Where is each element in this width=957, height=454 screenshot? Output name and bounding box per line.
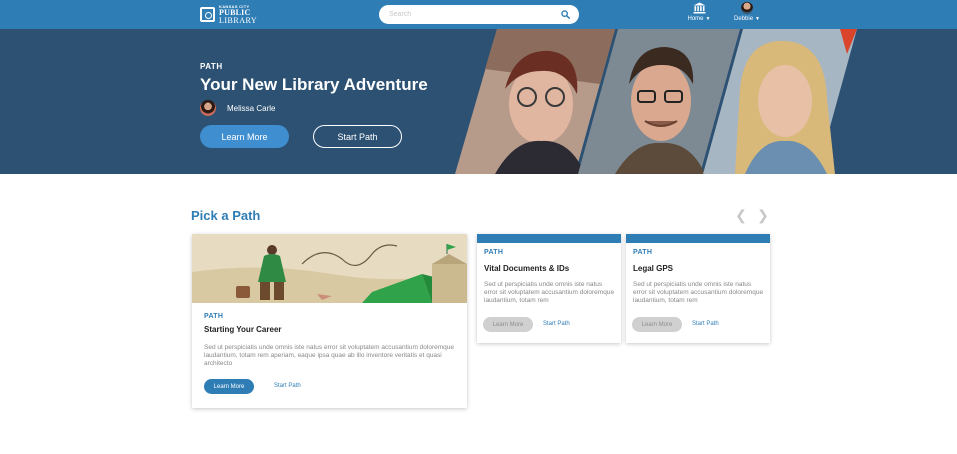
- user-menu[interactable]: Debbie ▼: [731, 2, 763, 27]
- hero-banner: PATH Your New Library Adventure Melissa …: [0, 29, 957, 174]
- home-menu[interactable]: Home ▼: [685, 2, 713, 27]
- card-description: Sed ut perspiciatis unde omnis iste natu…: [484, 281, 615, 304]
- chevron-right-icon[interactable]: ❯: [757, 208, 769, 222]
- card-description: Sed ut perspiciatis unde omnis iste natu…: [204, 344, 455, 367]
- card-label: PATH: [633, 249, 653, 256]
- chevron-down-icon: ▼: [755, 16, 760, 22]
- career-illustration: [192, 234, 467, 303]
- hero-author: Melissa Carle: [200, 100, 275, 116]
- card-title: Starting Your Career: [204, 325, 282, 334]
- learn-more-button[interactable]: Learn More: [483, 317, 533, 332]
- top-navigation-bar: KANSAS CITY PUBLIC LIBRARY Home ▼ Debbie: [0, 0, 957, 29]
- user-avatar: [741, 2, 753, 14]
- chevron-down-icon: ▼: [705, 16, 711, 22]
- search-input[interactable]: [389, 8, 559, 21]
- home-label: Home: [687, 16, 704, 22]
- chevron-left-icon[interactable]: ❮: [735, 208, 747, 222]
- path-card[interactable]: PATH Legal GPS Sed ut perspiciatis unde …: [626, 234, 770, 343]
- path-card[interactable]: PATH Starting Your Career Sed ut perspic…: [192, 234, 467, 408]
- library-logo[interactable]: KANSAS CITY PUBLIC LIBRARY: [200, 4, 257, 25]
- start-path-link[interactable]: Start Path: [543, 321, 570, 327]
- learn-more-button[interactable]: Learn More: [632, 317, 682, 332]
- hero-staff-photos: [455, 29, 857, 174]
- card-accent-bar: [477, 234, 621, 243]
- card-title: Legal GPS: [633, 264, 674, 273]
- user-name: Debbie: [734, 16, 754, 22]
- hero-title: Your New Library Adventure: [200, 75, 428, 94]
- learn-more-button[interactable]: Learn More: [204, 379, 254, 394]
- start-path-link[interactable]: Start Path: [274, 383, 301, 389]
- hero-learn-more-button[interactable]: Learn More: [200, 125, 289, 148]
- search-icon[interactable]: [561, 10, 570, 19]
- start-path-link[interactable]: Start Path: [692, 321, 719, 327]
- path-card[interactable]: PATH Vital Documents & IDs Sed ut perspi…: [477, 234, 621, 343]
- card-description: Sed ut perspiciatis unde omnis iste natu…: [633, 281, 764, 304]
- card-title: Vital Documents & IDs: [484, 264, 570, 273]
- search-bar: [379, 5, 579, 24]
- card-label: PATH: [204, 313, 224, 320]
- card-label: PATH: [484, 249, 504, 256]
- section-title: Pick a Path: [191, 208, 261, 223]
- hero-start-path-button[interactable]: Start Path: [313, 125, 402, 148]
- logo-line-3: LIBRARY: [219, 15, 258, 25]
- logo-text: KANSAS CITY PUBLIC LIBRARY: [219, 4, 258, 25]
- library-building-icon: [693, 2, 705, 14]
- logo-mark-icon: [200, 7, 215, 22]
- hero-label: PATH: [200, 62, 223, 71]
- author-name: Melissa Carle: [227, 103, 276, 113]
- author-avatar: [200, 100, 216, 116]
- card-accent-bar: [626, 234, 770, 243]
